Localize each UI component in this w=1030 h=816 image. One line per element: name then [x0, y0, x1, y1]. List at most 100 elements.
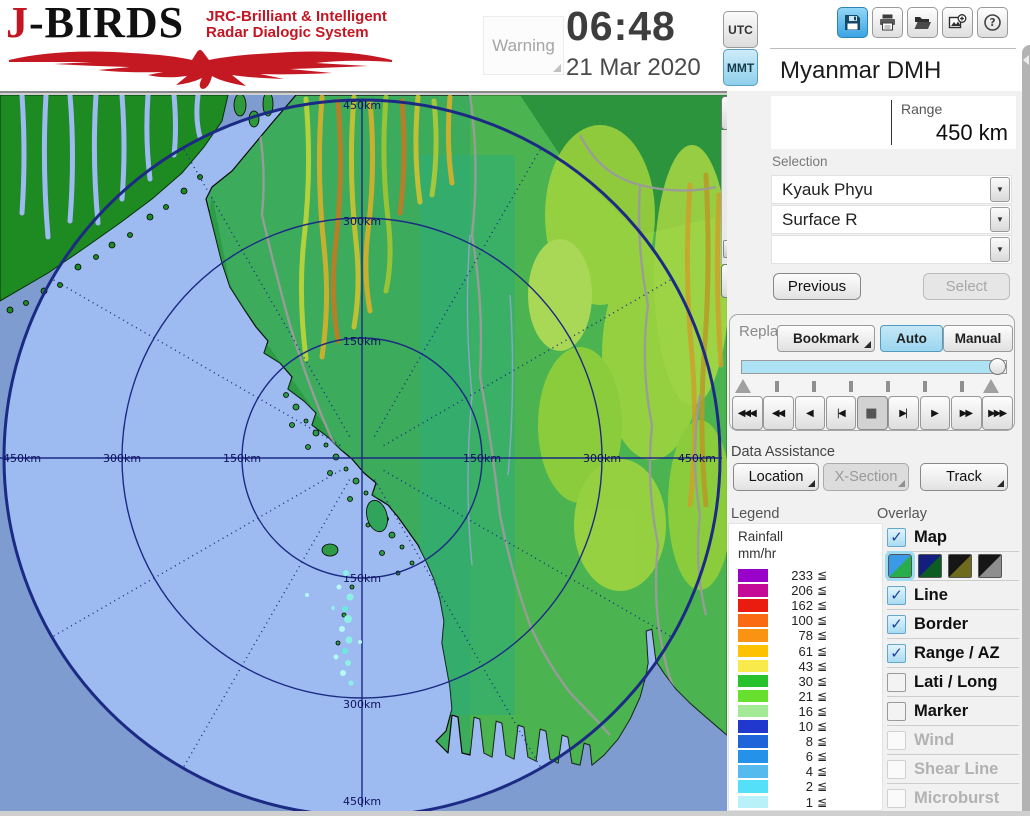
map-style-olive[interactable]: [948, 554, 972, 578]
forward-fast-button[interactable]: ▶▶: [951, 396, 982, 430]
brand-tagline: JRC-Brilliant & Intelligent Radar Dialog…: [206, 9, 387, 41]
open-folder-button[interactable]: [907, 7, 938, 38]
legend-lte-symbol: ≦: [817, 764, 827, 778]
timezone-button-mmt[interactable]: MMT: [723, 49, 758, 86]
play-button[interactable]: ▶: [920, 396, 951, 430]
slider-start-marker[interactable]: [735, 379, 751, 393]
checkbox-line[interactable]: ✓: [887, 586, 906, 605]
rain-echo: [337, 585, 342, 590]
data-assistance-label: Data Assistance: [731, 444, 835, 460]
selection-value-1: Kyauk Phyu: [772, 176, 1011, 203]
overlay-item-map[interactable]: ✓Map: [887, 523, 1019, 552]
overlay-item-label: Line: [914, 586, 948, 605]
checkbox-wind[interactable]: [887, 731, 906, 750]
help-button[interactable]: ?: [977, 7, 1008, 38]
overlay-item-wind[interactable]: Wind: [887, 726, 1019, 755]
legend-row: 162≦: [729, 598, 882, 613]
rain-echo: [345, 660, 351, 666]
da-button-label: Location: [749, 469, 804, 485]
checkbox-marker[interactable]: [887, 702, 906, 721]
legend-value: 8: [769, 734, 813, 749]
replay-slider-track[interactable]: [741, 360, 1007, 374]
replay-slider-handle[interactable]: [989, 358, 1006, 375]
checkbox-lati-long[interactable]: [887, 673, 906, 692]
checkbox-microburst[interactable]: [887, 789, 906, 808]
checkbox-range-az[interactable]: ✓: [887, 644, 906, 663]
save-button[interactable]: [837, 7, 868, 38]
tagline-line2: Radar Dialogic System: [206, 25, 387, 41]
overlay-item-microburst[interactable]: Microburst: [887, 784, 1019, 813]
map-style-color[interactable]: [888, 554, 912, 578]
legend-value: 1: [769, 795, 813, 810]
step-forward-button[interactable]: ▶|: [888, 396, 919, 430]
slider-tick[interactable]: [775, 381, 779, 392]
slider-end-marker[interactable]: [983, 379, 999, 393]
x-section-button[interactable]: X-Section: [823, 463, 909, 491]
dropdown-arrow-button-1[interactable]: ▼: [990, 177, 1010, 202]
legend-value: 206: [769, 583, 813, 598]
toolbar: ?: [837, 7, 1008, 38]
play-backward-button[interactable]: ◀: [795, 396, 826, 430]
rewind-fast-button[interactable]: ◀◀: [763, 396, 794, 430]
range-ring-label: 300km: [583, 452, 621, 465]
overlay-item-lati-long[interactable]: Lati / Long: [887, 668, 1019, 697]
map-style-gray[interactable]: [978, 554, 1002, 578]
slider-tick[interactable]: [886, 381, 890, 392]
image-plus-icon: [948, 13, 967, 32]
station-title: Myanmar DMH: [770, 52, 1016, 90]
legend-lte-symbol: ≦: [817, 583, 827, 597]
chevron-down-icon: ▼: [996, 245, 1004, 254]
chevron-down-icon: ▼: [996, 215, 1004, 224]
da-button-label: Track: [946, 469, 982, 485]
bookmark-button[interactable]: Bookmark: [777, 325, 875, 352]
forward-fastest-button[interactable]: ▶▶▶: [982, 396, 1013, 430]
legend-lte-symbol: ≦: [817, 749, 827, 763]
overlay-item-line[interactable]: ✓ Line: [887, 581, 1019, 610]
auto-button[interactable]: Auto: [880, 325, 943, 352]
legend-label: Legend: [731, 506, 779, 522]
range-ring-label: 450km: [678, 452, 716, 465]
dropdown-arrow-button-3[interactable]: ▼: [990, 237, 1010, 262]
slider-tick[interactable]: [812, 381, 816, 392]
warning-button[interactable]: Warning: [483, 16, 564, 75]
radar-map-view[interactable]: 450km300km150km150km300km450km450km300km…: [0, 95, 727, 811]
legend-lte-symbol: ≦: [817, 779, 827, 793]
legend-row: 30≦: [729, 674, 882, 689]
slider-tick[interactable]: [923, 381, 927, 392]
range-display: Range 450 km: [771, 96, 1016, 149]
map-style-dark-blue[interactable]: [918, 554, 942, 578]
overlay-item-marker[interactable]: Marker: [887, 697, 1019, 726]
step-backward-button[interactable]: |◀: [826, 396, 857, 430]
timezone-button-utc[interactable]: UTC: [723, 11, 758, 48]
previous-button[interactable]: Previous: [773, 273, 861, 300]
overlay-item-shear-line[interactable]: Shear Line: [887, 755, 1019, 784]
panel-collapse-strip[interactable]: [1022, 45, 1030, 811]
slider-tick[interactable]: [960, 381, 964, 392]
legend-row: 233≦: [729, 568, 882, 583]
print-button[interactable]: [872, 7, 903, 38]
replay-slider-fill: [742, 361, 994, 373]
track-button[interactable]: Track: [920, 463, 1008, 491]
tagline-line1: JRC-Brilliant & Intelligent: [206, 9, 387, 25]
legend-row: 43≦: [729, 659, 882, 674]
rain-echo: [346, 637, 353, 644]
dropdown-arrow-button-2[interactable]: ▼: [990, 207, 1010, 232]
legend-value: 2: [769, 779, 813, 794]
checkbox-border[interactable]: ✓: [887, 615, 906, 634]
question-icon: ?: [983, 13, 1002, 32]
range-divider: [891, 100, 892, 145]
checkbox-map[interactable]: ✓: [887, 528, 906, 547]
clock-block: 06:48 21 Mar 2020: [566, 0, 716, 82]
overlay-item-label: Marker: [914, 702, 968, 721]
overlay-item-border[interactable]: ✓Border: [887, 610, 1019, 639]
overlay-item-range-az[interactable]: ✓Range / AZ: [887, 639, 1019, 668]
checkbox-shear-line[interactable]: [887, 760, 906, 779]
manual-button[interactable]: Manual: [943, 325, 1013, 352]
stop-button[interactable]: ■: [857, 396, 888, 430]
add-image-button[interactable]: [942, 7, 973, 38]
legend-lte-symbol: ≦: [817, 704, 827, 718]
select-button[interactable]: Select: [923, 273, 1010, 300]
rewind-fastest-button[interactable]: ◀◀◀: [732, 396, 763, 430]
location-button[interactable]: Location: [733, 463, 819, 491]
slider-tick[interactable]: [849, 381, 853, 392]
